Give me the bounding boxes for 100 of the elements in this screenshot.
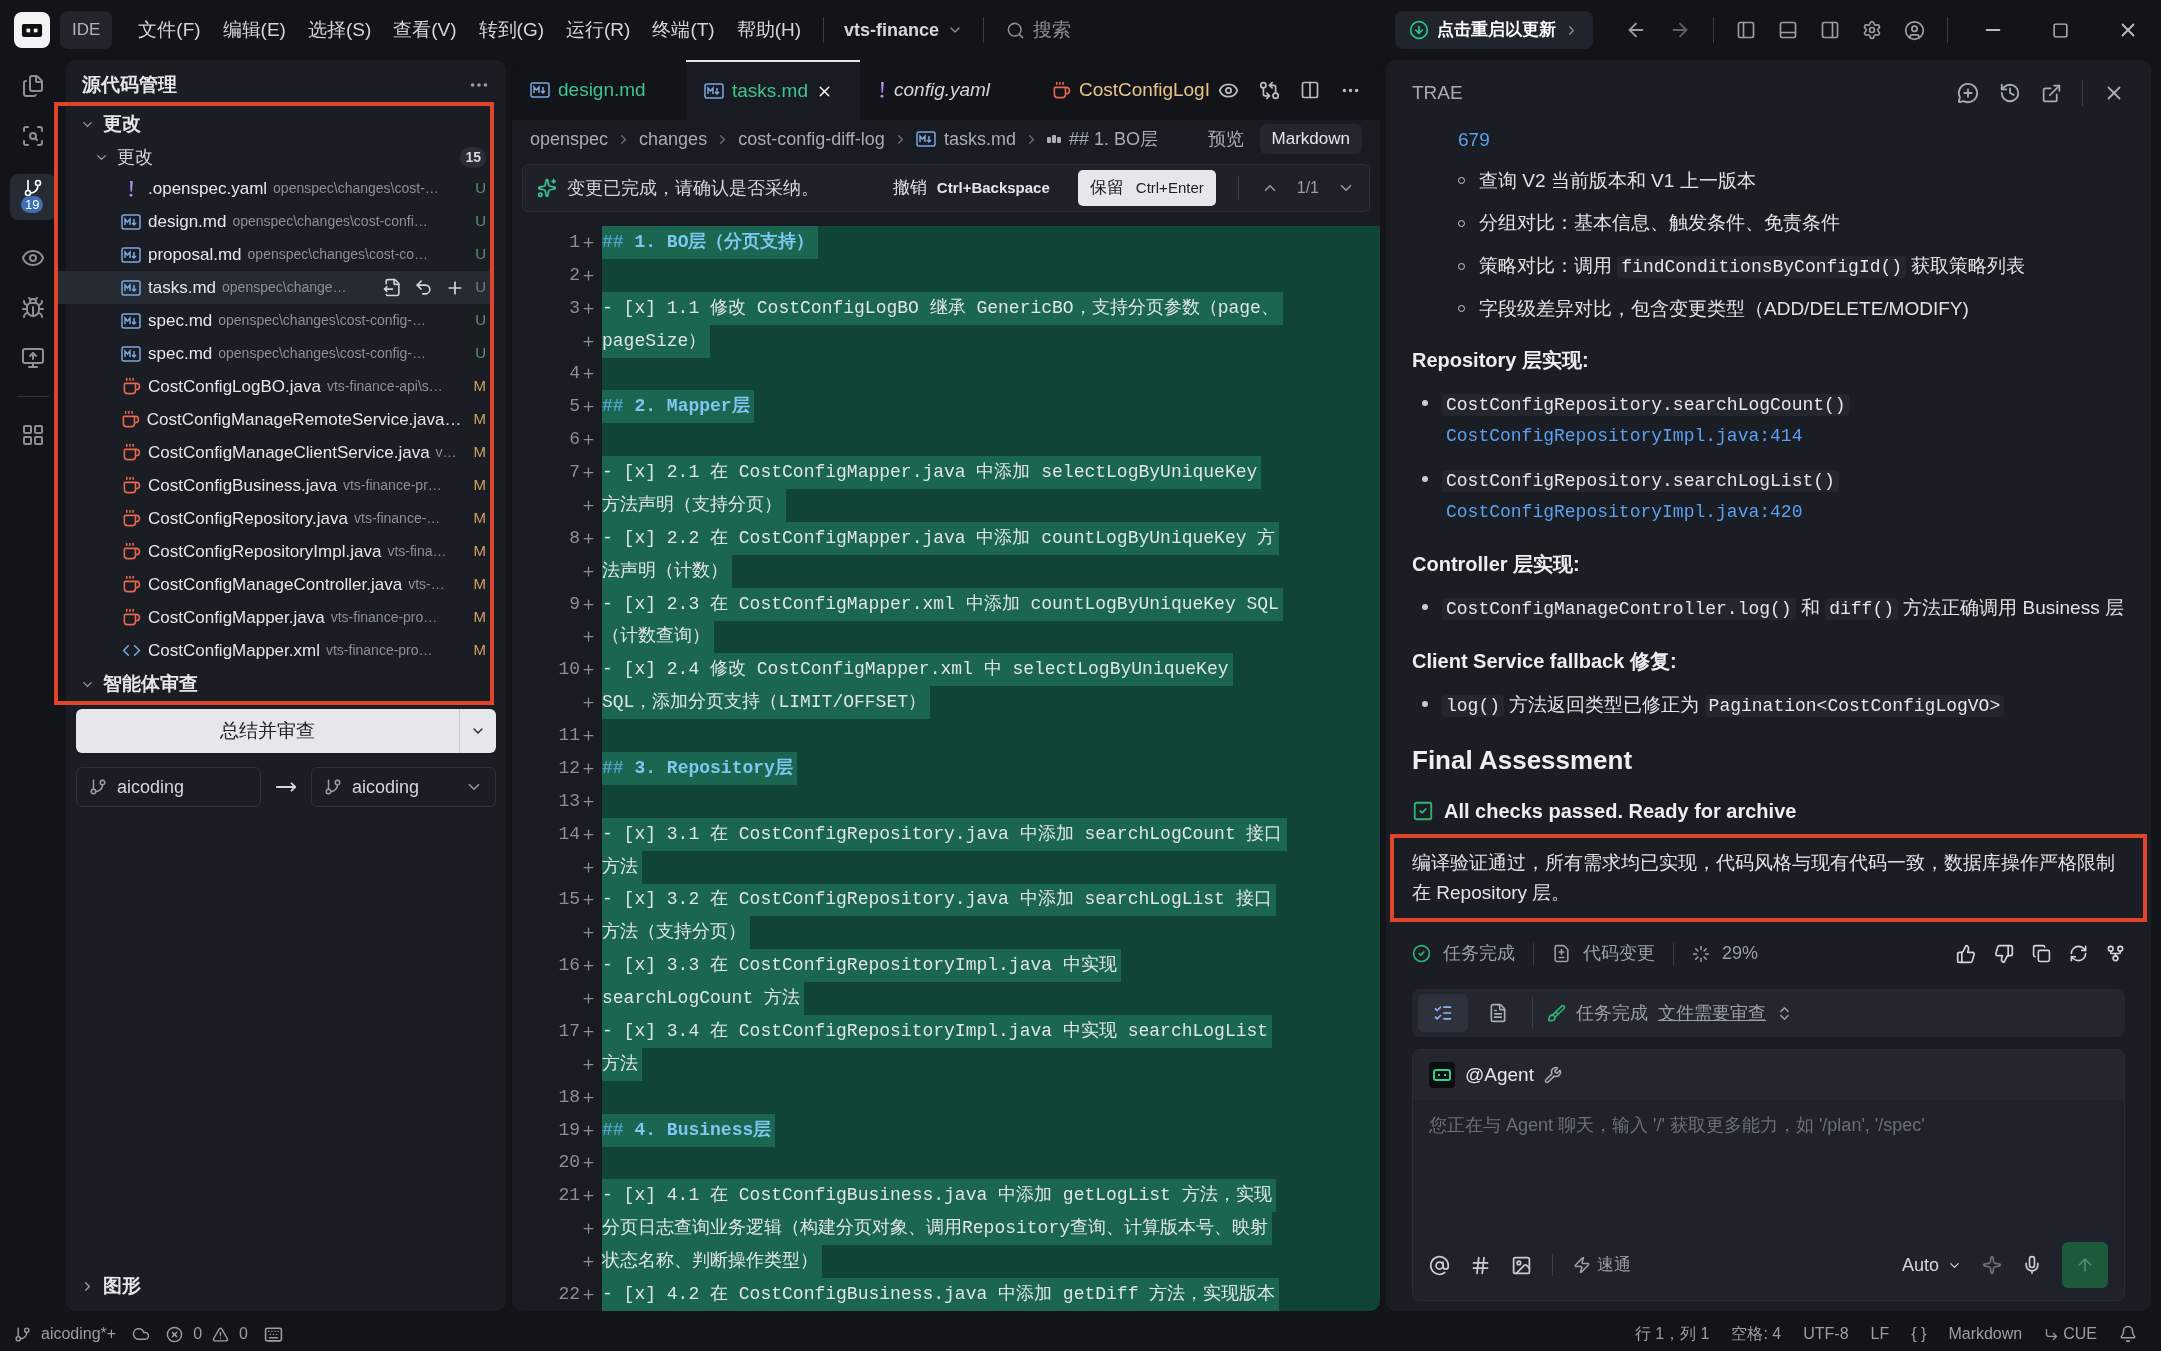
code-changes-link[interactable]: 代码变更 bbox=[1583, 940, 1655, 967]
sparkle-icon[interactable] bbox=[1982, 1255, 2002, 1275]
notification-icon[interactable] bbox=[2119, 1325, 2137, 1343]
menu-item[interactable]: 查看(V) bbox=[383, 11, 467, 49]
editor-tab[interactable]: config.yaml bbox=[860, 60, 1034, 120]
file-item[interactable]: CostConfigMapper.java vts-finance-pro… M bbox=[58, 601, 490, 634]
encoding[interactable]: UTF-8 bbox=[1803, 1322, 1849, 1346]
external-link-icon[interactable] bbox=[2041, 82, 2062, 104]
preview-link[interactable]: 预览 bbox=[1199, 125, 1252, 153]
mention-icon[interactable] bbox=[1429, 1254, 1450, 1276]
file-item[interactable]: CostConfigManageClientService.java v… M bbox=[58, 436, 490, 469]
error-count[interactable]: 0 bbox=[193, 1322, 203, 1346]
warning-count[interactable]: 0 bbox=[239, 1322, 248, 1346]
breadcrumb-item[interactable]: cost-config-diff-log bbox=[738, 125, 885, 153]
search-icon[interactable] bbox=[21, 124, 45, 148]
panel-bottom-icon[interactable] bbox=[1778, 20, 1798, 40]
section-header[interactable]: 智能体审查 bbox=[58, 667, 490, 701]
thumbs-down-icon[interactable] bbox=[1994, 943, 2014, 964]
panel-right-icon[interactable] bbox=[1820, 20, 1840, 40]
thumbs-up-icon[interactable] bbox=[1956, 943, 1976, 964]
menu-item[interactable]: 编辑(E) bbox=[212, 11, 296, 49]
file-item[interactable]: design.md openspec\changes\cost-confi… U bbox=[58, 205, 490, 238]
line-ending[interactable]: LF bbox=[1870, 1322, 1890, 1346]
document-icon[interactable] bbox=[1488, 1003, 1508, 1023]
file-item[interactable]: .openspec.yaml openspec\changes\cost-… U bbox=[58, 172, 490, 205]
model-select[interactable]: Auto bbox=[1901, 1251, 1962, 1279]
file-item[interactable]: spec.md openspec\changes\cost-config-… U bbox=[58, 304, 490, 337]
editor-tab[interactable]: CostConfigLogI bbox=[1034, 60, 1208, 120]
breadcrumb-item[interactable]: openspec bbox=[530, 125, 609, 153]
tools-icon[interactable] bbox=[1543, 1066, 1562, 1084]
monitor-icon[interactable] bbox=[21, 346, 45, 370]
breadcrumb-item[interactable]: changes bbox=[639, 125, 708, 153]
keyboard-icon[interactable] bbox=[264, 1324, 283, 1344]
file-item[interactable]: spec.md openspec\changes\cost-config-… U bbox=[58, 337, 490, 370]
keep-button[interactable]: 保留 Ctrl+Enter bbox=[1077, 170, 1216, 206]
review-link[interactable]: 文件需要审查 bbox=[1658, 999, 1766, 1027]
source-control-tab[interactable]: 19 bbox=[10, 174, 56, 220]
search-field[interactable]: 搜索 bbox=[996, 11, 1327, 49]
split-editor-icon[interactable] bbox=[1300, 80, 1320, 100]
undo-button[interactable]: 撤销 Ctrl+Backspace bbox=[886, 175, 1056, 201]
compare-icon[interactable] bbox=[1259, 79, 1280, 101]
menu-item[interactable]: 终端(T) bbox=[642, 11, 725, 49]
files-icon[interactable] bbox=[21, 74, 45, 98]
breadcrumb-item[interactable]: ## 1. BO层 bbox=[1068, 125, 1158, 153]
app-label[interactable]: IDE bbox=[60, 11, 113, 49]
hash-icon[interactable] bbox=[1470, 1254, 1491, 1276]
microphone-icon[interactable] bbox=[2022, 1255, 2042, 1275]
link[interactable]: 679 bbox=[1458, 126, 1490, 155]
source-branch-field[interactable]: aicoding bbox=[76, 767, 261, 807]
maximize-icon[interactable] bbox=[2052, 21, 2069, 39]
sync-icon[interactable] bbox=[132, 1325, 151, 1343]
menu-item[interactable]: 帮助(H) bbox=[726, 11, 812, 49]
file-item[interactable]: CostConfigManageController.java vts-… M bbox=[58, 568, 490, 601]
menu-item[interactable]: 转到(G) bbox=[468, 11, 555, 49]
indentation[interactable]: 空格: 4 bbox=[1731, 1322, 1782, 1346]
language-label[interactable]: Markdown bbox=[1259, 124, 1362, 154]
discard-icon[interactable] bbox=[414, 278, 434, 297]
image-icon[interactable] bbox=[1511, 1254, 1532, 1276]
bug-icon[interactable] bbox=[21, 296, 45, 320]
settings-icon[interactable] bbox=[1862, 20, 1882, 40]
braces-indicator[interactable]: { } bbox=[1911, 1322, 1927, 1346]
checklist-button[interactable] bbox=[1418, 994, 1468, 1032]
file-item[interactable]: tasks.md openspec\change… U bbox=[58, 271, 490, 304]
refresh-icon[interactable] bbox=[2069, 944, 2088, 963]
update-button[interactable]: 点击重启以更新 bbox=[1395, 11, 1593, 49]
file-item[interactable]: CostConfigBusiness.java vts-finance-pr… M bbox=[58, 469, 490, 502]
file-item[interactable]: CostConfigLogBO.java vts-finance-api\s… M bbox=[58, 370, 490, 403]
spinner-icon bbox=[1692, 944, 1710, 963]
file-item[interactable]: CostConfigManageRemoteService.java… M bbox=[58, 403, 490, 436]
editor-tab[interactable]: tasks.md bbox=[686, 60, 860, 120]
open-file-icon[interactable] bbox=[383, 278, 403, 297]
section-header[interactable]: 更改 bbox=[58, 106, 490, 142]
target-branch-select[interactable]: aicoding bbox=[311, 767, 496, 807]
file-item[interactable]: CostConfigMapper.xml vts-finance-pro… M bbox=[58, 634, 490, 667]
file-item[interactable]: CostConfigRepository.java vts-finance-… M bbox=[58, 502, 490, 535]
fork-icon[interactable] bbox=[2106, 944, 2125, 963]
panel-left-icon[interactable] bbox=[1736, 20, 1756, 40]
file-item[interactable]: proposal.md openspec\changes\cost-co… U bbox=[58, 238, 490, 271]
extensions-icon[interactable] bbox=[21, 423, 45, 447]
file-item[interactable]: CostConfigRepositoryImpl.java vts-fina… M bbox=[58, 535, 490, 568]
branch-status[interactable]: aicoding*+ bbox=[41, 1322, 117, 1346]
menu-item[interactable]: 选择(S) bbox=[297, 11, 382, 49]
account-icon[interactable] bbox=[1904, 19, 1925, 41]
language-mode[interactable]: Markdown bbox=[1948, 1322, 2023, 1346]
branch-icon[interactable] bbox=[14, 1325, 31, 1343]
menu-item[interactable]: 文件(F) bbox=[128, 11, 211, 49]
new-chat-icon[interactable] bbox=[1957, 82, 1979, 104]
cue-indicator[interactable]: CUE bbox=[2044, 1322, 2097, 1346]
history-icon[interactable] bbox=[1999, 82, 2021, 104]
editor-tab[interactable]: design.md bbox=[512, 60, 686, 120]
speed-mode-button[interactable]: 速通 bbox=[1573, 1252, 1631, 1278]
breadcrumb-item[interactable]: tasks.md bbox=[943, 125, 1016, 153]
section-header[interactable]: 图形 bbox=[66, 1269, 506, 1303]
project-switcher[interactable]: vts-finance bbox=[836, 16, 972, 44]
menu-item[interactable]: 运行(R) bbox=[556, 11, 641, 49]
file-name: CostConfigLogBO.java bbox=[148, 375, 321, 398]
group-header[interactable]: 更改 15 bbox=[58, 142, 490, 172]
line-number: 4 bbox=[569, 362, 580, 386]
copy-icon[interactable] bbox=[2032, 944, 2051, 963]
cursor-position[interactable]: 行 1，列 1 bbox=[1634, 1322, 1710, 1346]
